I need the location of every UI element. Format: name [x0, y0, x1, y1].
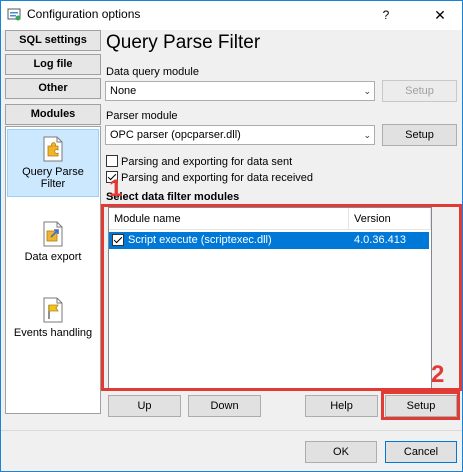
data-query-setup-button[interactable]: Setup [382, 80, 457, 102]
window-title: Configuration options [27, 7, 141, 21]
nav-query-parse-filter[interactable]: Query Parse Filter [7, 129, 99, 197]
app-icon [7, 8, 21, 21]
nav-label: Query Parse [22, 166, 84, 178]
nav-label: Data export [24, 251, 82, 263]
tab-sql-settings[interactable]: SQL settings [5, 30, 101, 51]
tab-other[interactable]: Other [5, 78, 101, 99]
parser-setup-button[interactable]: Setup [382, 124, 457, 146]
data-query-module-value: None [110, 85, 137, 97]
chevron-down-icon: ⌄ [363, 86, 371, 96]
annotation-box-1 [101, 204, 462, 391]
close-button[interactable]: ✕ [418, 1, 462, 30]
configuration-window: Configuration options ? ✕ SQL settings L… [0, 0, 463, 472]
footer: OK Cancel [1, 431, 462, 471]
parser-module-select[interactable]: OPC parser (opcparser.dll) ⌄ [105, 125, 375, 145]
chevron-down-icon: ⌄ [363, 130, 371, 140]
export-icon [43, 221, 63, 247]
parser-module-value: OPC parser (opcparser.dll) [110, 129, 241, 141]
page-title: Query Parse Filter [106, 32, 261, 53]
cancel-button[interactable]: Cancel [385, 441, 457, 463]
flag-icon [43, 297, 63, 323]
help-title-button[interactable]: ? [364, 1, 408, 30]
annotation-number-2: 2 [431, 361, 445, 388]
data-query-module-select[interactable]: None ⌄ [105, 81, 375, 101]
sidebar: SQL settings Log file Other Modules Quer… [1, 30, 101, 430]
modules-nav-panel: Query Parse Filter Data export Events ha… [5, 126, 101, 414]
help-button[interactable]: Help [305, 395, 378, 417]
nav-label: Events handling [13, 327, 93, 339]
tab-log-file[interactable]: Log file [5, 54, 101, 75]
title-bar: Configuration options ? ✕ [1, 1, 462, 30]
annotation-box-2 [381, 391, 460, 420]
up-button[interactable]: Up [108, 395, 181, 417]
filters-heading: Select data filter modules [106, 191, 240, 203]
nav-data-export[interactable]: Data export [7, 221, 99, 271]
annotation-number-1: 1 [109, 175, 123, 202]
tab-modules[interactable]: Modules [5, 104, 101, 125]
chk-data-received-row[interactable]: Parsing and exporting for data received [106, 171, 313, 184]
chk-data-sent-row[interactable]: Parsing and exporting for data sent [106, 155, 292, 168]
chk-data-sent-label: Parsing and exporting for data sent [121, 156, 293, 168]
down-button[interactable]: Down [188, 395, 261, 417]
nav-label-line2: Filter [40, 178, 66, 190]
nav-events-handling[interactable]: Events handling [7, 297, 99, 347]
ok-button[interactable]: OK [305, 441, 377, 463]
puzzle-icon [43, 136, 63, 162]
chk-data-received-label: Parsing and exporting for data received [121, 172, 314, 184]
chk-data-sent[interactable] [106, 155, 118, 167]
data-query-module-label: Data query module [106, 66, 199, 78]
parser-module-label: Parser module [106, 110, 178, 122]
